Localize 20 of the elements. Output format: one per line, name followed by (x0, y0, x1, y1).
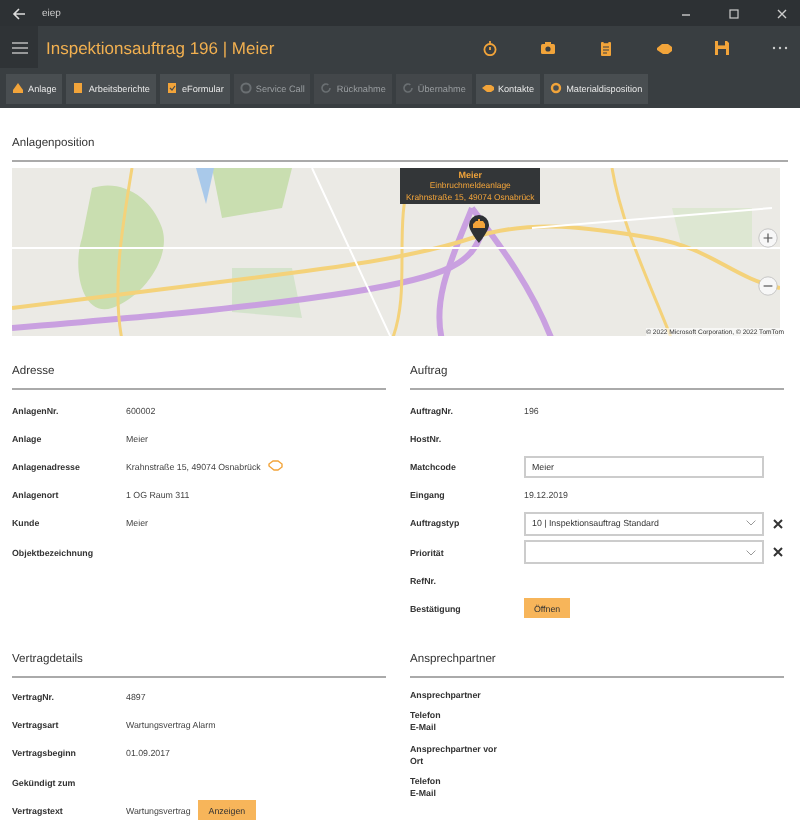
clipboard-icon[interactable] (598, 39, 614, 55)
camera-icon[interactable] (540, 39, 556, 55)
back-icon[interactable] (12, 7, 26, 19)
zoom-in-icon[interactable] (758, 228, 778, 248)
clipboard-icon (72, 82, 85, 94)
clipboard-icon (165, 82, 178, 94)
menu-icon[interactable] (11, 41, 27, 53)
chevron-down-icon[interactable] (746, 549, 756, 556)
close-icon[interactable] (776, 7, 788, 19)
chevron-down-icon[interactable] (746, 520, 756, 527)
refresh-icon (320, 82, 333, 94)
clear-icon[interactable] (772, 546, 784, 559)
stopwatch-icon[interactable] (482, 39, 498, 55)
maximize-icon[interactable] (728, 7, 740, 19)
clear-icon[interactable] (772, 517, 784, 530)
map-pin-icon[interactable] (468, 214, 490, 244)
map-drawing[interactable] (12, 168, 780, 336)
page-title: Inspektionsauftrag 196 | Meier (46, 37, 275, 57)
refresh-icon (401, 82, 414, 94)
zoom-out-icon[interactable] (758, 276, 778, 296)
